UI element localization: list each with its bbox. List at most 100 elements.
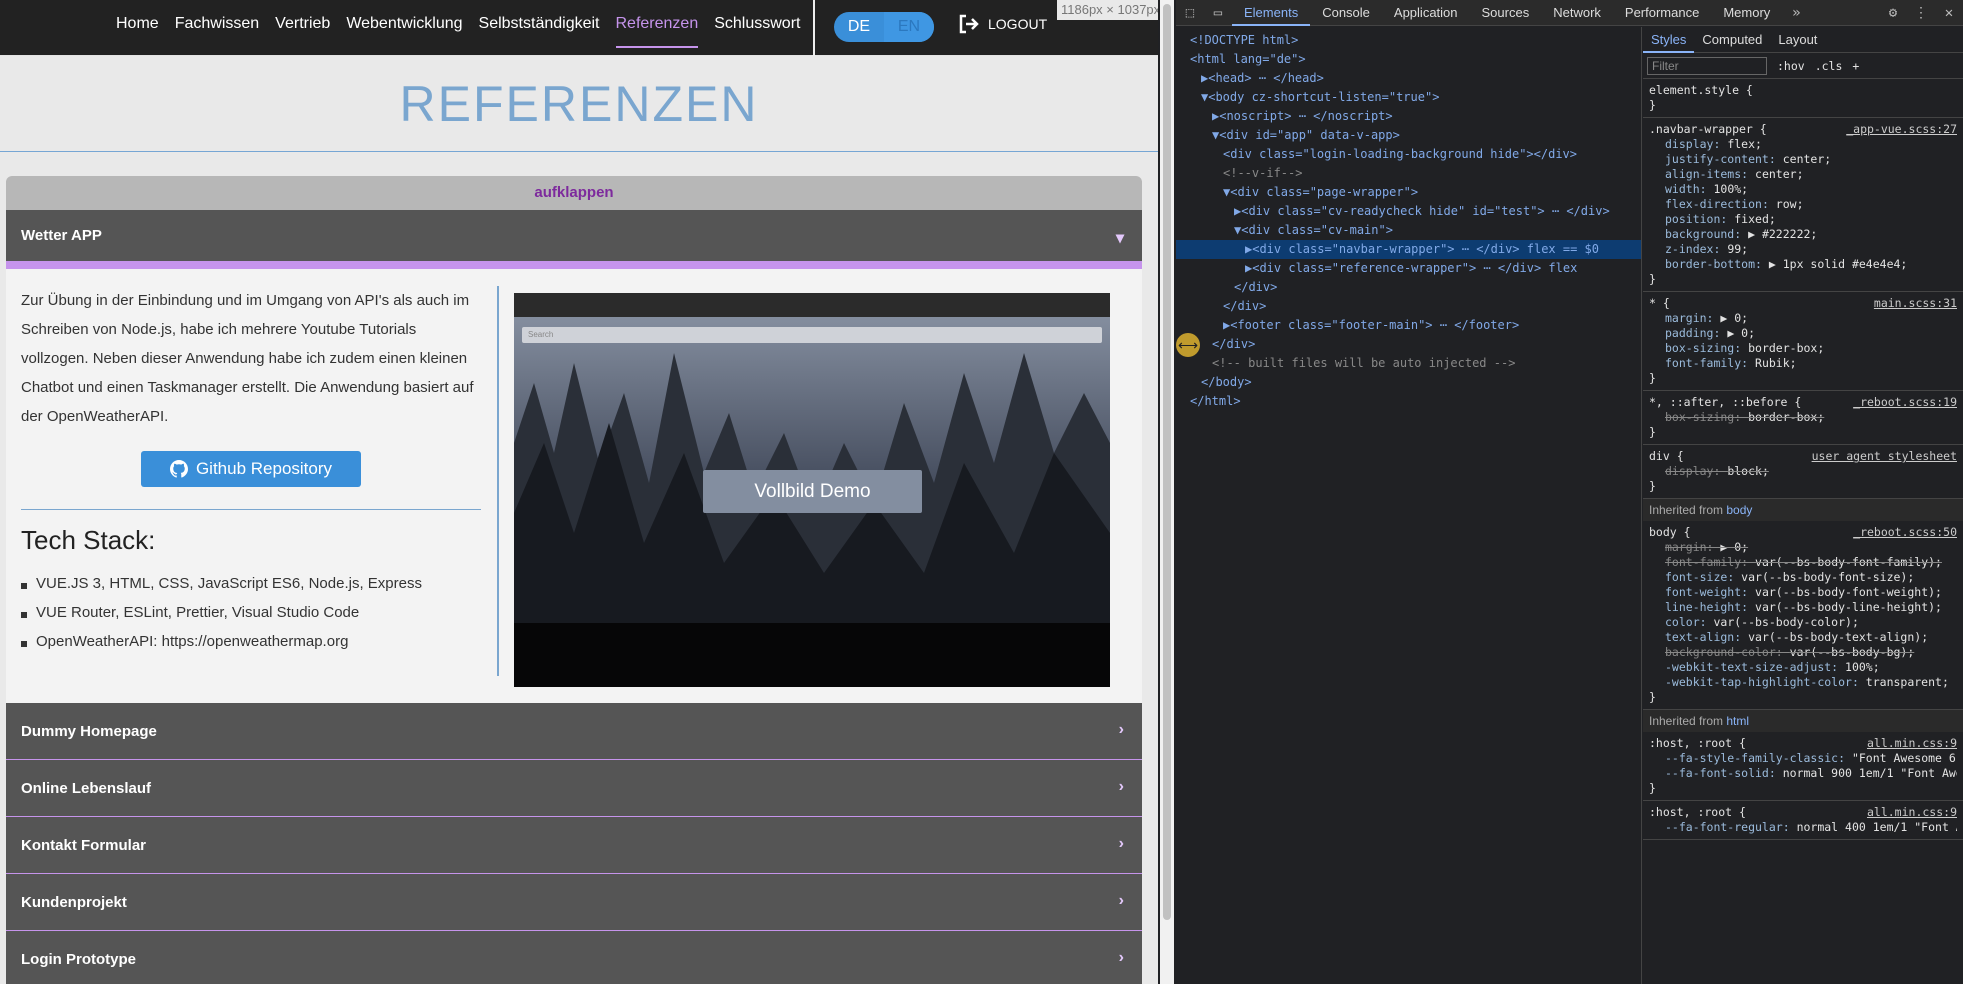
rule-source-link[interactable]: _reboot.scss:19 (1853, 395, 1957, 410)
dom-node[interactable]: <!--v-if--> (1176, 164, 1641, 183)
css-declaration[interactable]: background: ▶ #222222; (1649, 227, 1957, 242)
nav-link-selbstständigkeit[interactable]: Selbstständigkeit (471, 0, 608, 56)
accordion-item-header[interactable]: Kontakt Formular › (6, 817, 1142, 874)
devtools-tab-console[interactable]: Console (1310, 0, 1382, 26)
css-declaration[interactable]: --fa-font-regular: normal 400 1em/1 "Fon… (1649, 820, 1957, 835)
demo-preview[interactable]: Search Vollbild Demo (514, 293, 1110, 687)
resize-handle-icon[interactable]: ⟷ (1176, 333, 1200, 357)
styles-filter-input[interactable]: Filter (1647, 56, 1767, 75)
device-toolbar-icon[interactable]: ▭ (1204, 5, 1232, 21)
devtools-tab-elements[interactable]: Elements (1232, 0, 1311, 26)
dom-node[interactable]: </html> (1176, 392, 1641, 411)
rule-source-link[interactable]: user agent stylesheet (1812, 449, 1957, 464)
nav-link-vertrieb[interactable]: Vertrieb (267, 0, 338, 56)
css-declaration[interactable]: font-weight: var(--bs-body-font-weight); (1649, 585, 1957, 600)
css-declaration[interactable]: display: flex; (1649, 137, 1957, 152)
styles-tab-computed[interactable]: Computed (1694, 27, 1770, 53)
css-declaration[interactable]: padding: ▶ 0; (1649, 326, 1957, 341)
dom-node[interactable]: </div> (1176, 278, 1641, 297)
close-icon[interactable]: ✕ (1935, 5, 1963, 21)
devtools-tab-performance[interactable]: Performance (1613, 0, 1711, 26)
css-declaration[interactable]: box-sizing: border-box; (1649, 410, 1957, 425)
dom-node[interactable]: <!DOCTYPE html> (1176, 31, 1641, 50)
accordion-item-header[interactable]: Login Prototype › (6, 931, 1142, 984)
dom-node[interactable]: <div class="login-loading-background hid… (1176, 145, 1641, 164)
nav-link-webentwicklung[interactable]: Webentwicklung (338, 0, 470, 56)
css-declaration[interactable]: width: 100%; (1649, 182, 1957, 197)
expand-all-button[interactable]: aufklappen (6, 176, 1142, 210)
add-rule-icon[interactable]: + (1852, 59, 1859, 73)
dom-node[interactable]: <!-- built files will be auto injected -… (1176, 354, 1641, 373)
devtools-tab-memory[interactable]: Memory (1711, 0, 1782, 26)
accordion-item-header[interactable]: Kundenprojekt › (6, 874, 1142, 931)
css-declaration[interactable]: box-sizing: border-box; (1649, 341, 1957, 356)
dom-node[interactable]: ▼<div class="page-wrapper"> (1176, 183, 1641, 202)
nav-link-fachwissen[interactable]: Fachwissen (167, 0, 267, 56)
accordion-item-header[interactable]: Online Lebenslauf › (6, 760, 1142, 817)
settings-gear-icon[interactable]: ⚙ (1879, 5, 1907, 21)
inspect-element-icon[interactable]: ⬚ (1176, 5, 1204, 21)
dom-node[interactable]: ▶<div class="navbar-wrapper"> ⋯ </div> f… (1176, 240, 1641, 259)
rule-source-link[interactable]: _app-vue.scss:27 (1846, 122, 1957, 137)
dom-node[interactable]: </body> (1176, 373, 1641, 392)
css-declaration[interactable]: --fa-font-solid: normal 900 1em/1 "Font … (1649, 766, 1957, 781)
css-declaration[interactable]: position: fixed; (1649, 212, 1957, 227)
dom-node[interactable]: </div> (1176, 335, 1641, 354)
accordion-item-header-open[interactable]: Wetter APP ▾ (6, 210, 1142, 269)
devtools-tab-network[interactable]: Network (1541, 0, 1613, 26)
page-scrollbar[interactable] (1160, 0, 1174, 984)
inherited-tag-link[interactable]: body (1726, 503, 1752, 517)
elements-dom-tree[interactable]: <!DOCTYPE html> <html lang="de"> ▶<head> ⋯… (1176, 27, 1642, 984)
css-declaration[interactable]: justify-content: center; (1649, 152, 1957, 167)
lang-de-option[interactable]: DE (834, 12, 884, 42)
devtools-tab-application[interactable]: Application (1382, 0, 1470, 26)
css-declaration[interactable]: color: var(--bs-body-color); (1649, 615, 1957, 630)
dom-node[interactable]: <html lang="de"> (1176, 50, 1641, 69)
dom-node[interactable]: ▶<noscript> ⋯ </noscript> (1176, 107, 1641, 126)
css-declaration[interactable]: align-items: center; (1649, 167, 1957, 182)
rule-source-link[interactable]: all.min.css:9 (1867, 736, 1957, 751)
lang-en-option[interactable]: EN (884, 12, 934, 42)
dom-node[interactable]: ▶<head> ⋯ </head> (1176, 69, 1641, 88)
rule-source-link[interactable]: all.min.css:9 (1867, 805, 1957, 820)
dom-node[interactable]: ▼<body cz-shortcut-listen="true"> (1176, 88, 1641, 107)
inherited-tag-link[interactable]: html (1726, 714, 1749, 728)
css-declaration[interactable]: background-color: var(--bs-body-bg); (1649, 645, 1957, 660)
styles-tab-styles[interactable]: Styles (1643, 27, 1695, 53)
css-declaration[interactable]: flex-direction: row; (1649, 197, 1957, 212)
css-declaration[interactable]: font-size: var(--bs-body-font-size); (1649, 570, 1957, 585)
logout-button[interactable]: LOGOUT (958, 14, 1047, 34)
css-declaration[interactable]: z-index: 99; (1649, 242, 1957, 257)
css-declaration[interactable]: --fa-style-family-classic: "Font Awesome… (1649, 751, 1957, 766)
scrollbar-thumb[interactable] (1163, 4, 1171, 920)
nav-link-schlusswort[interactable]: Schlusswort (706, 0, 808, 56)
dom-node[interactable]: ▼<div id="app" data-v-app> (1176, 126, 1641, 145)
kebab-menu-icon[interactable]: ⋮ (1907, 5, 1935, 21)
rule-source-link[interactable]: _reboot.scss:50 (1853, 525, 1957, 540)
devtools-tab-sources[interactable]: Sources (1470, 0, 1542, 26)
dom-node[interactable]: ▶<footer class="footer-main"> ⋯ </footer… (1176, 316, 1641, 335)
css-declaration[interactable]: -webkit-tap-highlight-color: transparent… (1649, 675, 1957, 690)
dom-node[interactable]: ▼<div class="cv-main"> (1176, 221, 1641, 240)
css-declaration[interactable]: margin: ▶ 0; (1649, 311, 1957, 326)
styles-tab-layout[interactable]: Layout (1770, 27, 1825, 53)
hover-state-toggle[interactable]: :hov (1777, 59, 1805, 73)
css-declaration[interactable]: border-bottom: ▶ 1px solid #e4e4e4; (1649, 257, 1957, 272)
dom-node[interactable]: ▶<div class="reference-wrapper"> ⋯ </div… (1176, 259, 1641, 278)
fullscreen-demo-button[interactable]: Vollbild Demo (703, 470, 922, 513)
language-toggle[interactable]: DE EN (834, 12, 934, 42)
more-tabs-icon[interactable]: » (1782, 5, 1810, 21)
nav-link-referenzen[interactable]: Referenzen (608, 0, 707, 56)
css-declaration[interactable]: text-align: var(--bs-body-text-align); (1649, 630, 1957, 645)
css-declaration[interactable]: display: block; (1649, 464, 1957, 479)
github-repository-button[interactable]: Github Repository (141, 451, 361, 487)
accordion-item-header[interactable]: Dummy Homepage › (6, 703, 1142, 760)
css-declaration[interactable]: font-family: var(--bs-body-font-family); (1649, 555, 1957, 570)
dom-node[interactable]: ▶<div class="cv-readycheck hide" id="tes… (1176, 202, 1641, 221)
dom-node[interactable]: </div> (1176, 297, 1641, 316)
css-declaration[interactable]: -webkit-text-size-adjust: 100%; (1649, 660, 1957, 675)
rule-source-link[interactable]: main.scss:31 (1874, 296, 1957, 311)
css-declaration[interactable]: font-family: Rubik; (1649, 356, 1957, 371)
class-toggle[interactable]: .cls (1815, 59, 1843, 73)
css-declaration[interactable]: line-height: var(--bs-body-line-height); (1649, 600, 1957, 615)
